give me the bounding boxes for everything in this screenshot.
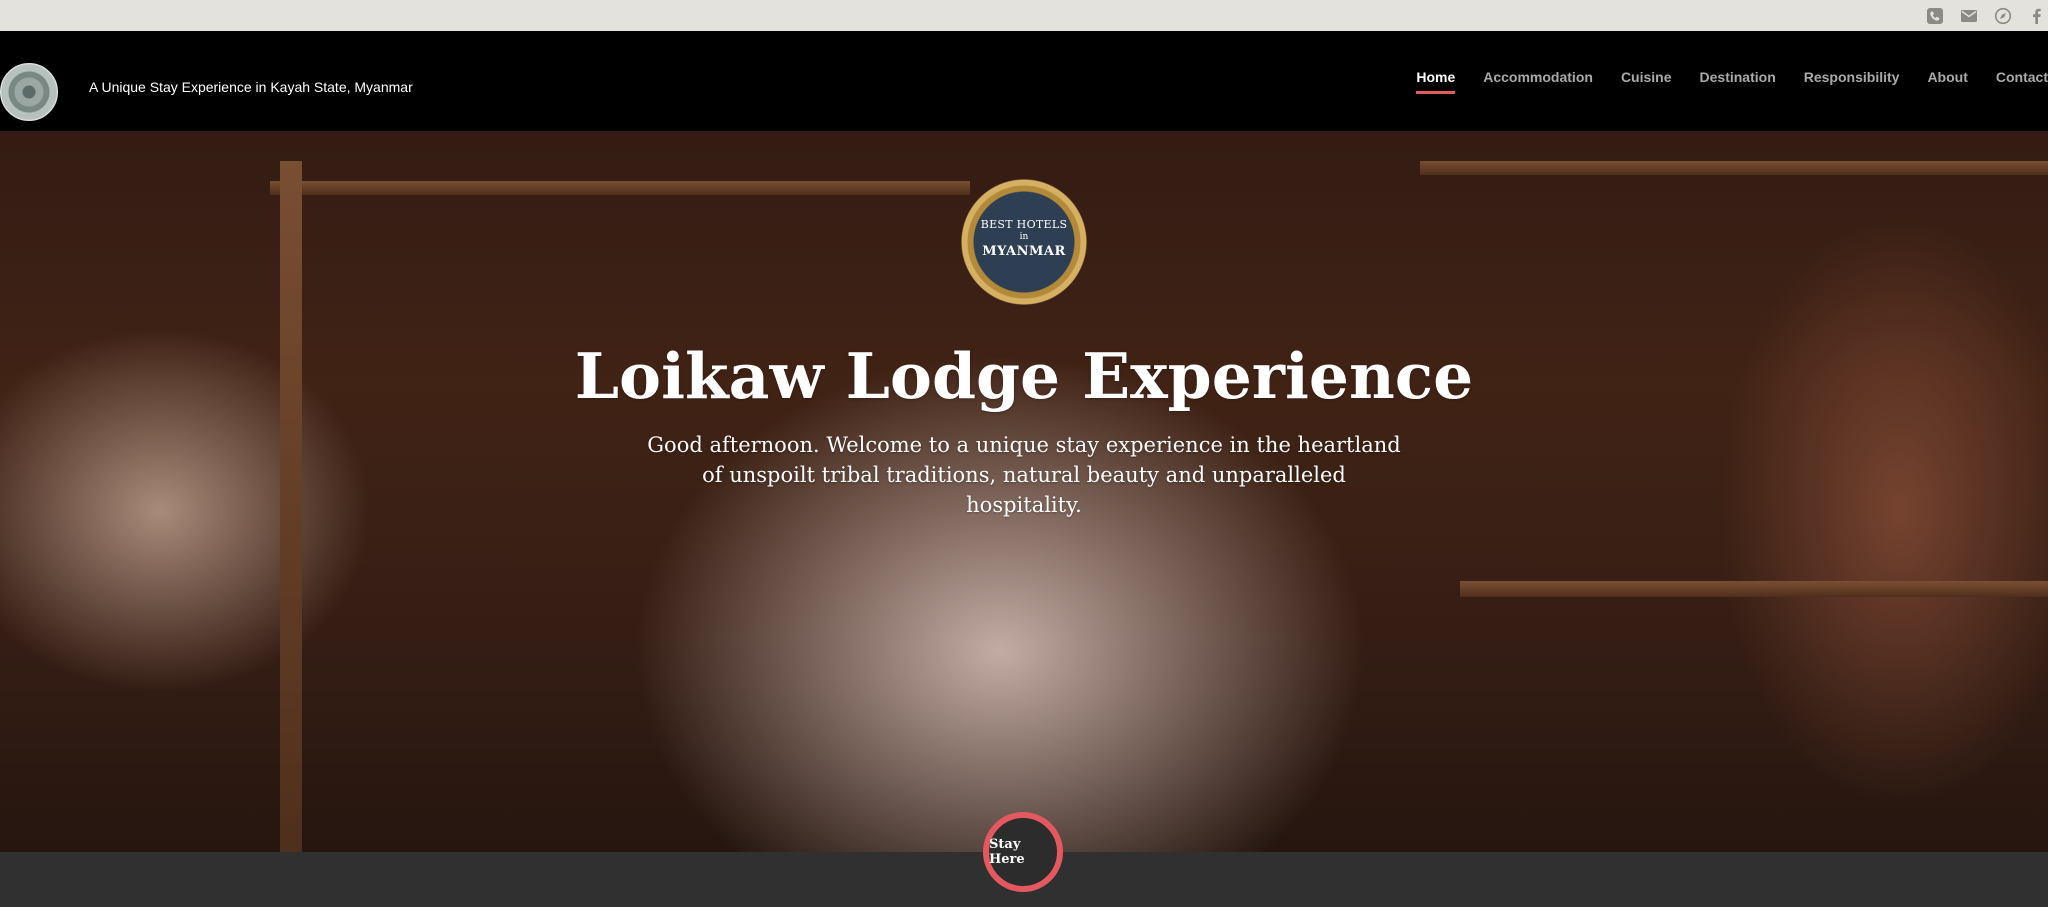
badge-line-3: MYANMAR <box>982 244 1066 259</box>
hero-title: Loikaw Lodge Experience <box>574 339 1474 413</box>
nav-item-home[interactable]: Home <box>1416 69 1455 94</box>
nav-item-cuisine[interactable]: Cuisine <box>1621 69 1672 85</box>
stay-here-button[interactable]: Stay Here <box>983 812 1063 892</box>
best-hotels-badge: BEST HOTELS in MYANMAR <box>960 178 1088 306</box>
facebook-icon[interactable] <box>2028 7 2046 25</box>
site-header: A Unique Stay Experience in Kayah State,… <box>0 31 2048 131</box>
phone-icon[interactable] <box>1926 7 1944 25</box>
badge-line-2: in <box>1019 232 1029 242</box>
nav-item-about[interactable]: About <box>1927 69 1967 85</box>
social-icons <box>1926 0 2048 31</box>
nav-item-destination[interactable]: Destination <box>1700 69 1776 85</box>
nav-item-contact[interactable]: Contact <box>1996 69 2048 85</box>
badge-line-1: BEST HOTELS <box>980 218 1068 231</box>
hero-subtitle: Good afternoon. Welcome to a unique stay… <box>647 433 1401 517</box>
mail-icon[interactable] <box>1960 7 1978 25</box>
site-logo[interactable] <box>0 63 58 121</box>
nav-item-responsibility[interactable]: Responsibility <box>1804 69 1900 85</box>
compass-icon[interactable] <box>1994 7 2012 25</box>
nav-item-accommodation[interactable]: Accommodation <box>1483 69 1593 85</box>
top-utility-bar <box>0 0 2048 31</box>
main-nav: Home Accommodation Cuisine Destination R… <box>1388 65 2048 94</box>
site-tagline: A Unique Stay Experience in Kayah State,… <box>89 79 413 95</box>
